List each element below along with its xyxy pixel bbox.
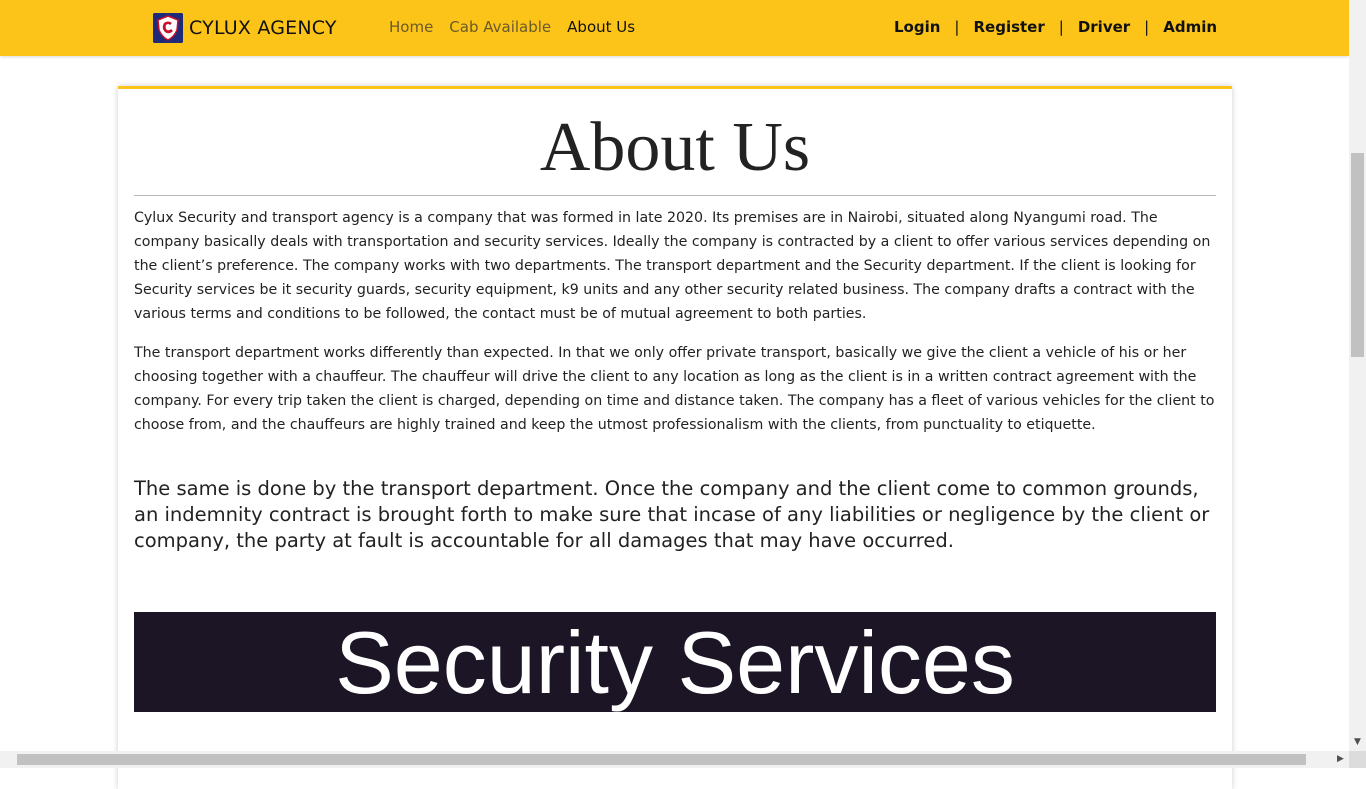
- scroll-down-arrow-icon[interactable]: ▼: [1349, 734, 1366, 751]
- banner-heading: Security Services: [335, 613, 1015, 712]
- page-title: About Us: [539, 109, 811, 186]
- register-link[interactable]: Register: [973, 18, 1044, 36]
- about-paragraph-3: The same is done by the transport depart…: [134, 477, 1210, 552]
- nav-home-link[interactable]: Home: [389, 18, 433, 36]
- account-nav: Login | Register | Driver | Admin: [894, 18, 1217, 36]
- vertical-scrollbar-thumb[interactable]: [1351, 153, 1364, 357]
- scroll-right-arrow-icon[interactable]: ▶: [1332, 751, 1349, 768]
- about-card: About Us Cylux Security and transport ag…: [118, 86, 1232, 789]
- security-services-banner: Security Services: [134, 612, 1216, 712]
- horizontal-scrollbar[interactable]: ▶: [0, 751, 1349, 768]
- nav-separator: |: [1144, 18, 1150, 36]
- nav-cab-available-link[interactable]: Cab Available: [449, 18, 551, 36]
- title-divider: [134, 195, 1216, 196]
- top-navbar: CYLUX AGENCY Home Cab Available About Us…: [0, 0, 1349, 56]
- driver-link[interactable]: Driver: [1078, 18, 1130, 36]
- nav-separator: |: [954, 18, 960, 36]
- main-nav: Home Cab Available About Us: [389, 18, 651, 36]
- about-paragraph-1: Cylux Security and transport agency is a…: [134, 210, 1211, 322]
- horizontal-scrollbar-thumb[interactable]: [17, 754, 1306, 765]
- scrollbar-corner: [1349, 751, 1366, 768]
- brand-link[interactable]: CYLUX AGENCY: [153, 13, 337, 43]
- login-link[interactable]: Login: [894, 18, 940, 36]
- brand-name: CYLUX AGENCY: [189, 17, 337, 39]
- vertical-scrollbar[interactable]: ▼: [1349, 0, 1366, 751]
- admin-link[interactable]: Admin: [1163, 18, 1217, 36]
- nav-separator: |: [1058, 18, 1064, 36]
- nav-about-us-link[interactable]: About Us: [567, 18, 635, 36]
- about-paragraph-2: The transport department works different…: [134, 345, 1215, 433]
- shield-logo-icon: [153, 13, 183, 43]
